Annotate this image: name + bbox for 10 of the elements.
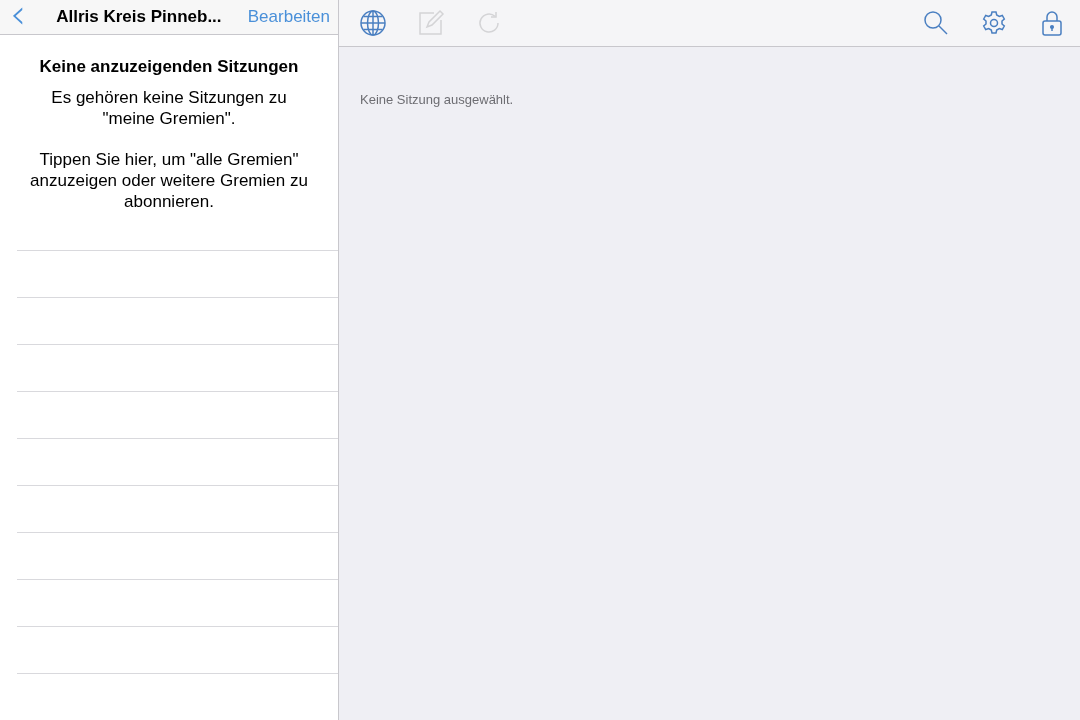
back-button[interactable]: ‹: [6, 0, 30, 34]
settings-icon[interactable]: [980, 9, 1008, 37]
edit-button[interactable]: Bearbeiten: [247, 7, 330, 27]
no-selection-message: Keine Sitzung ausgewählt.: [360, 92, 515, 107]
nav-title: Allris Kreis Pinneb...: [55, 7, 223, 27]
search-icon[interactable]: [922, 9, 950, 37]
empty-state-message: Tippen Sie hier, um "alle Gremien" anzuzeigen oder weitere Gremien zu abonnieren.: [29, 149, 309, 212]
empty-state-title: Keine anzuzeigenden Sitzungen: [39, 57, 299, 77]
empty-state-message: Es gehören keine Sitzungen zu "meine Gremien".: [50, 87, 288, 129]
globe-icon[interactable]: [359, 9, 387, 37]
